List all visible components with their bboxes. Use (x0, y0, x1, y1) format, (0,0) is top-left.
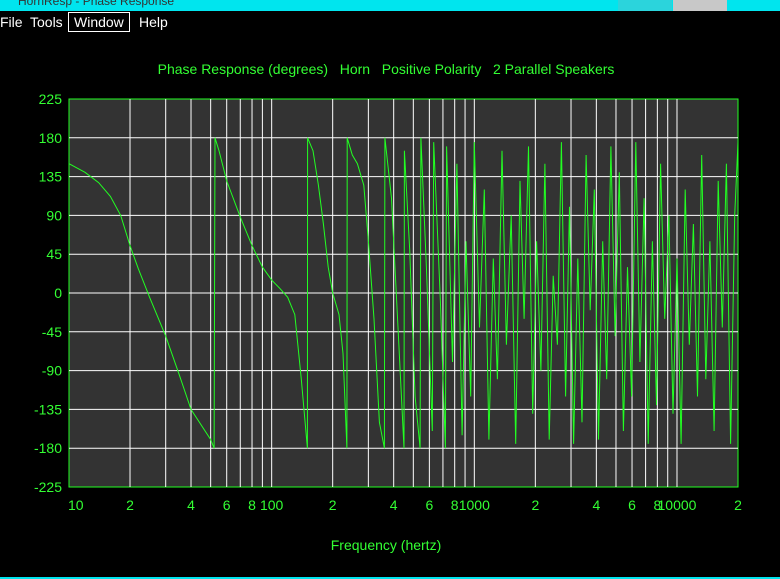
minimize-button[interactable] (618, 0, 672, 11)
x-tick-label: 4 (592, 497, 600, 513)
y-tick-label: 45 (46, 246, 62, 262)
phase-response-chart: Phase Response (degrees) Horn Positive P… (34, 61, 742, 553)
close-button[interactable] (728, 0, 780, 11)
menu-window[interactable]: Window (68, 12, 130, 32)
y-tick-label: -225 (34, 479, 62, 495)
window-title: HornResp - Phase Response (18, 0, 175, 8)
x-tick-label: 6 (628, 497, 636, 513)
x-tick-label: 10 (68, 497, 84, 513)
window-titlebar: HornResp - Phase Response (0, 0, 780, 11)
chart-title: Phase Response (degrees) Horn Positive P… (158, 61, 615, 77)
menu-file[interactable]: File (0, 13, 28, 31)
x-axis-tick-labels: 10 2 4 6 8 100 2 4 6 8 1000 2 4 6 810000 2 (68, 497, 742, 513)
x-tick-label: 2 (329, 497, 337, 513)
x-tick-label: 2 (734, 497, 742, 513)
y-axis-tick-labels: 225 180 135 90 45 0 -45 -90 -135 -180 -225 (34, 91, 62, 495)
x-tick-label: 8 (248, 497, 256, 513)
x-tick-label: 6 (223, 497, 231, 513)
x-tick-label: 10000 (658, 497, 697, 513)
x-tick-label: 8 (451, 497, 459, 513)
y-tick-label: -135 (34, 401, 62, 417)
x-axis-label: Frequency (hertz) (331, 537, 441, 553)
y-tick-label: 225 (39, 91, 63, 107)
x-tick-label: 100 (260, 497, 284, 513)
x-tick-label: 4 (390, 497, 398, 513)
y-tick-label: -180 (34, 440, 62, 456)
y-tick-label: -90 (42, 363, 62, 379)
x-tick-label: 2 (531, 497, 539, 513)
y-tick-label: -45 (42, 324, 62, 340)
y-tick-label: 180 (39, 130, 63, 146)
x-tick-label: 6 (425, 497, 433, 513)
y-tick-label: 135 (39, 169, 63, 185)
x-tick-label: 2 (126, 497, 134, 513)
menu-help[interactable]: Help (134, 13, 173, 31)
y-tick-label: 0 (54, 285, 62, 301)
x-tick-label: 4 (187, 497, 195, 513)
y-tick-label: 90 (46, 207, 62, 223)
menu-tools[interactable]: Tools (25, 13, 68, 31)
maximize-button[interactable] (673, 0, 727, 11)
menu-bar: File Tools Window Help (0, 11, 780, 35)
x-tick-label: 1000 (459, 497, 490, 513)
